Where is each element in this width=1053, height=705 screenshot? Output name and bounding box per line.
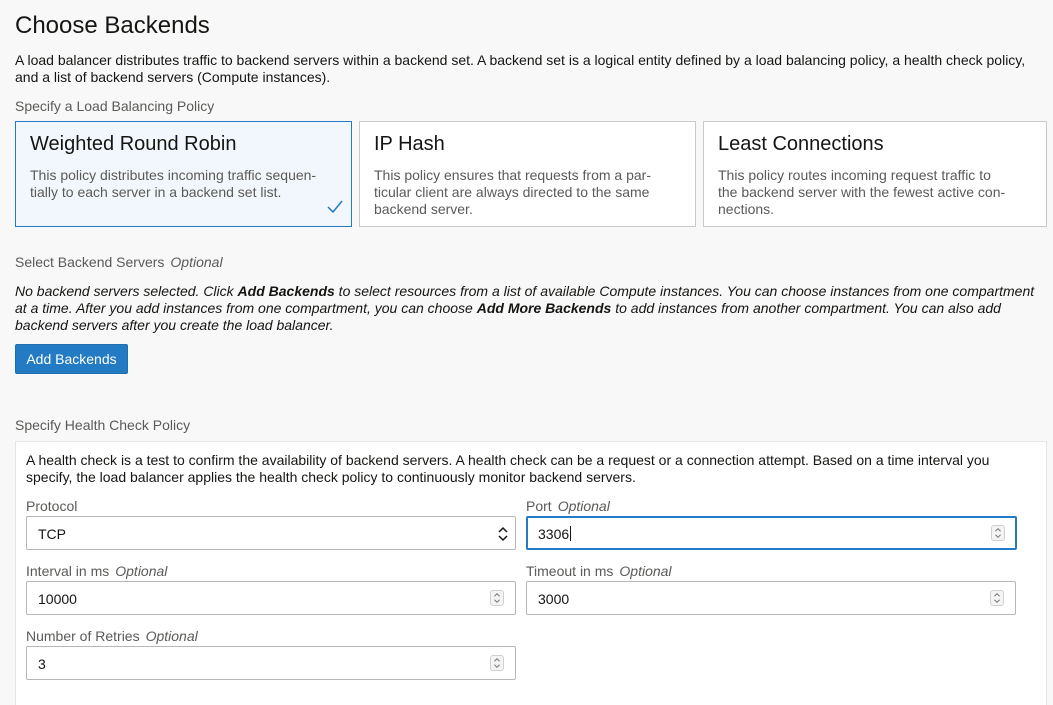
interval-value: 10000 — [38, 591, 77, 607]
policy-card-least-connections[interactable]: Least Connections This policy routes inc… — [703, 121, 1047, 227]
protocol-select[interactable]: TCP — [26, 516, 516, 550]
optional-label: Optional — [619, 563, 672, 579]
timeout-label: Timeout in ms Optional — [526, 563, 672, 579]
policy-card-ip-hash[interactable]: IP Hash This policy ensures that request… — [359, 121, 696, 227]
intro-text: A load balancer distributes traffic to b… — [15, 52, 1026, 85]
protocol-label: Protocol — [26, 498, 78, 514]
port-value-text: 3306 — [538, 526, 570, 542]
spinner-icon[interactable] — [490, 590, 504, 606]
retries-value: 3 — [38, 656, 46, 672]
interval-label-text: Interval in ms — [26, 563, 110, 579]
optional-label: Optional — [557, 498, 610, 514]
backend-section-title: Select Backend Servers — [15, 254, 165, 270]
health-check-description: A health check is a test to confirm the … — [26, 452, 990, 485]
interval-label: Interval in ms Optional — [26, 563, 167, 579]
interval-input[interactable]: 10000 — [26, 581, 516, 615]
select-arrows-icon — [498, 526, 508, 542]
backend-section-label: Select Backend Servers Optional — [15, 254, 223, 270]
policy-title: IP Hash — [374, 133, 445, 155]
timeout-value: 3000 — [538, 591, 570, 607]
retries-label: Number of Retries Optional — [26, 628, 198, 644]
policy-title: Weighted Round Robin — [30, 133, 237, 155]
policy-card-weighted-round-robin[interactable]: Weighted Round Robin This policy distrib… — [15, 121, 352, 227]
protocol-value: TCP — [38, 526, 66, 542]
retries-input[interactable]: 3 — [26, 646, 516, 680]
spinner-icon[interactable] — [490, 655, 504, 671]
retries-label-text: Number of Retries — [26, 628, 140, 644]
policy-title: Least Connections — [718, 133, 884, 155]
optional-label: Optional — [115, 563, 168, 579]
page-title: Choose Backends — [15, 12, 210, 39]
policy-description: This policy ensures that requests from a… — [374, 167, 652, 217]
timeout-label-text: Timeout in ms — [526, 563, 614, 579]
note-text: No backend servers selected. Click — [15, 283, 238, 299]
port-value: 3306 — [538, 526, 572, 542]
checkmark-icon — [327, 200, 343, 214]
timeout-input[interactable]: 3000 — [526, 581, 1016, 615]
add-backends-button[interactable]: Add Backends — [15, 344, 128, 374]
port-input[interactable]: 3306 — [526, 516, 1017, 550]
optional-label: Optional — [170, 254, 223, 270]
port-label-text: Port — [526, 498, 552, 514]
port-label: Port Optional — [526, 498, 610, 514]
policy-description: This policy distributes incoming traffic… — [30, 167, 317, 200]
note-bold-add-backends: Add Backends — [237, 283, 335, 299]
spinner-icon[interactable] — [991, 525, 1005, 541]
note-bold-add-more-backends: Add More Backends — [476, 300, 612, 316]
policy-section-label: Specify a Load Balancing Policy — [15, 98, 215, 114]
health-check-section-label: Specify Health Check Policy — [15, 417, 191, 433]
spinner-icon[interactable] — [990, 590, 1004, 606]
text-caret — [570, 526, 572, 541]
optional-label: Optional — [145, 628, 198, 644]
health-check-panel: A health check is a test to confirm the … — [15, 441, 1047, 705]
backend-note: No backend servers selected. Click Add B… — [15, 283, 1045, 334]
policy-description: This policy routes incoming request traf… — [718, 167, 1006, 217]
